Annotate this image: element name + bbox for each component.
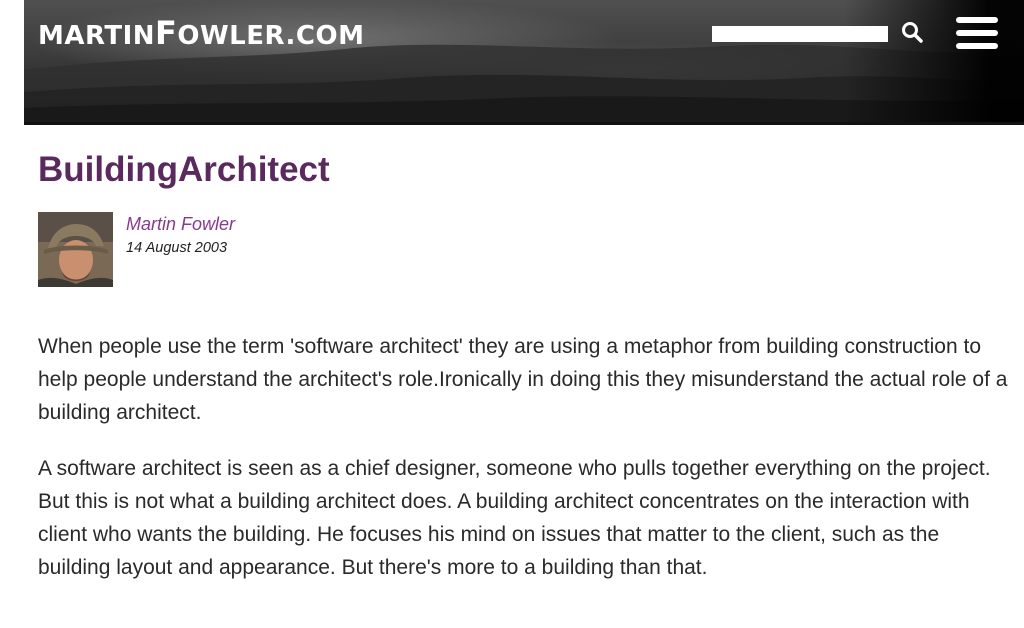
- logo-text-f: F: [155, 14, 178, 52]
- site-logo[interactable]: MARTINFOWLER.COM: [38, 14, 364, 52]
- search-input[interactable]: [712, 26, 888, 42]
- page-title: BuildingArchitect: [38, 150, 330, 189]
- logo-text-martin: MARTIN: [38, 21, 156, 51]
- hamburger-menu-icon[interactable]: [956, 15, 998, 51]
- article-paragraph: A software architect is seen as a chief …: [38, 457, 991, 579]
- site-header: MARTINFOWLER.COM: [24, 0, 1024, 122]
- logo-text-owler: OWLER.COM: [177, 21, 365, 51]
- search-icon[interactable]: [900, 20, 924, 44]
- author-avatar[interactable]: [38, 212, 113, 287]
- publish-date: 14 August 2003: [126, 240, 228, 256]
- header-divider: [24, 122, 1024, 125]
- article-paragraph: When people use the term 'software archi…: [38, 335, 1008, 424]
- author-link[interactable]: Martin Fowler: [126, 214, 235, 235]
